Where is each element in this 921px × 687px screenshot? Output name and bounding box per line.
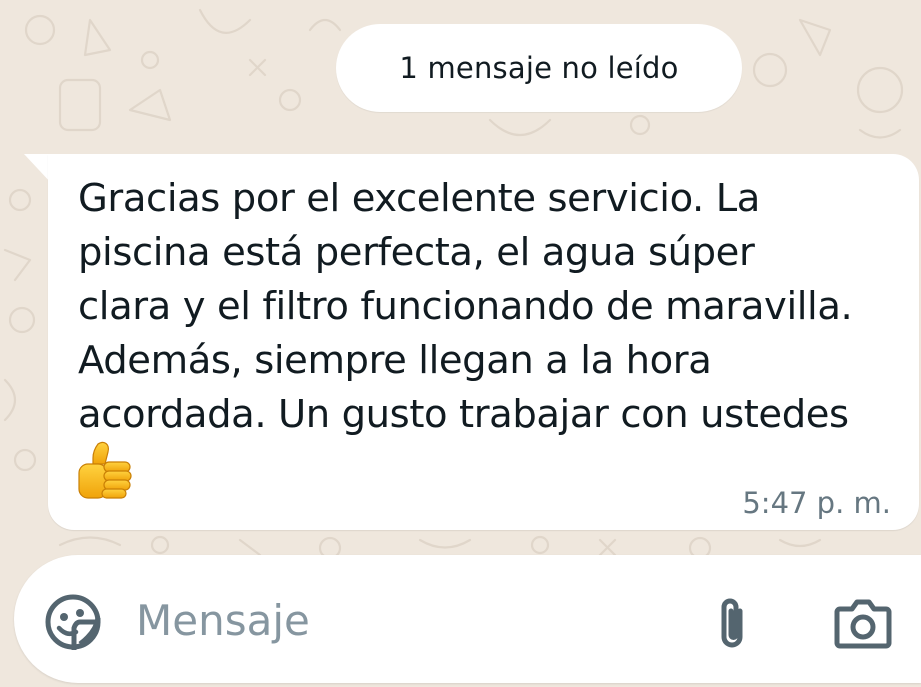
unread-messages-divider: 1 mensaje no leído	[336, 24, 742, 112]
camera-icon[interactable]	[834, 597, 892, 649]
paperclip-icon[interactable]	[714, 595, 750, 651]
unread-messages-label: 1 mensaje no leído	[399, 51, 679, 85]
message-text: Gracias por el excelente servicio. La pi…	[78, 176, 853, 437]
message-input[interactable]: Mensaje	[136, 595, 310, 647]
message-composer: Mensaje	[14, 555, 921, 683]
thumbs-up-emoji-icon	[78, 441, 132, 499]
message-timestamp: 5:47 p. m.	[742, 486, 891, 520]
emoji-sticker-icon[interactable]	[44, 593, 102, 651]
incoming-message-bubble[interactable]: Gracias por el excelente servicio. La pi…	[48, 154, 919, 530]
